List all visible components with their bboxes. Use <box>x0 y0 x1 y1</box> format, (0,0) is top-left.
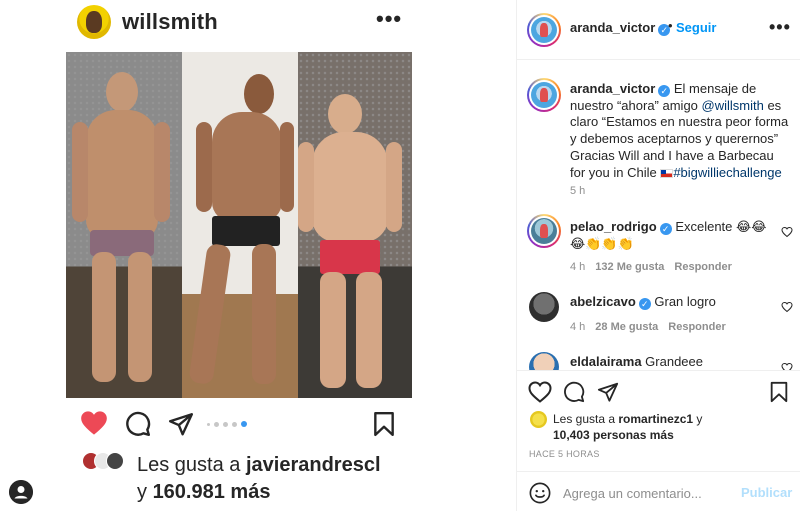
follow-button[interactable]: Seguir <box>676 20 716 35</box>
embedded-post-screenshot: willsmith ••• Les gusta a javierandrescl… <box>0 0 516 511</box>
caption-hashtag-link[interactable]: #bigwilliechallenge <box>673 165 781 180</box>
comment-username[interactable]: pelao_rodrigo <box>570 219 657 234</box>
verified-badge-icon: ✓ <box>659 223 672 235</box>
author-avatar[interactable] <box>527 13 561 47</box>
caption-mention-link[interactable]: @willsmith <box>702 98 764 113</box>
caption-time[interactable]: 5 h <box>570 185 585 197</box>
share-icon <box>168 413 194 436</box>
photo-panel-left <box>66 52 182 398</box>
post-caption: aranda_victor ✓ El mensaje de nuestro “ah… <box>570 81 792 181</box>
willsmith-avatar <box>77 5 111 39</box>
heart-filled-icon <box>81 411 107 435</box>
bookmark-icon <box>374 411 394 437</box>
comment-meta: 4 h 132 Me gusta Responder <box>570 261 732 273</box>
comment-likes[interactable]: 28 Me gusta <box>595 321 658 333</box>
likes-count: 160.981 más <box>152 481 271 503</box>
likes-prefix: Les gusta a <box>137 454 246 476</box>
comment-text: pelao_rodrigo ✓ Excelente 😂😂😂👏👏👏 <box>570 219 775 252</box>
chile-flag-icon <box>660 168 674 178</box>
comment-icon <box>126 411 151 437</box>
caption-avatar[interactable] <box>527 78 561 112</box>
comment-like-icon[interactable] <box>781 226 793 238</box>
likes-count-link[interactable]: 10,403 personas más <box>553 428 674 442</box>
post-photo <box>66 52 412 398</box>
reply-button[interactable]: Responder <box>668 321 725 333</box>
photo-panel-right <box>298 52 412 398</box>
author-username-text[interactable]: aranda_victor <box>570 20 655 35</box>
embedded-more-icon: ••• <box>376 6 403 31</box>
comment-likes[interactable]: 132 Me gusta <box>595 261 664 273</box>
comment-meta: 4 h 28 Me gusta Responder <box>570 321 726 333</box>
comment-time[interactable]: 4 h <box>570 321 585 333</box>
comment-time[interactable]: 4 h <box>570 261 585 273</box>
verified-badge-icon: ✓ <box>638 298 651 310</box>
likes-summary: Les gusta a romartinezc1 y 10,403 person… <box>553 411 733 443</box>
reply-button[interactable]: Responder <box>674 261 731 273</box>
comment-avatar[interactable] <box>527 214 561 248</box>
embedded-username: willsmith <box>122 9 218 34</box>
likes-prefix: Les gusta a <box>553 412 619 426</box>
emoji-icon[interactable] <box>529 482 551 504</box>
bookmark-icon[interactable] <box>769 381 789 403</box>
comment-icon[interactable] <box>563 381 585 403</box>
liker-avatar[interactable] <box>530 411 547 428</box>
likes-and: y <box>693 412 703 426</box>
carousel-dots <box>207 420 247 428</box>
likes-user-link[interactable]: romartinezc1 <box>618 412 693 426</box>
post-timestamp[interactable]: HACE 5 HORAS <box>529 449 600 459</box>
comment-text: abelzicavo ✓ Gran logro <box>570 294 775 311</box>
more-options-icon[interactable]: ••• <box>769 17 791 38</box>
post-actions-section: Les gusta a romartinezc1 y 10,403 person… <box>517 370 800 511</box>
likes-and: y <box>137 481 153 503</box>
embedded-likes-line2: y 160.981 más <box>137 481 270 504</box>
comment-input[interactable] <box>563 482 743 504</box>
liker-avatars <box>82 452 132 474</box>
comment-body: Gran logro <box>654 294 716 309</box>
caption-username[interactable]: aranda_victor <box>570 81 655 96</box>
author-username[interactable]: aranda_victor ✓ <box>570 20 671 36</box>
comment-avatar[interactable] <box>529 292 559 322</box>
comment-body: Grandeee <box>645 354 703 369</box>
publish-button[interactable]: Publicar <box>741 485 792 500</box>
comment-text: eldalairama Grandeee <box>570 354 775 371</box>
embedded-likes-line1: Les gusta a javierandrescl <box>137 454 381 477</box>
likes-user: javierandrescl <box>245 454 381 476</box>
comments-panel: aranda_victor ✓ • Seguir ••• aranda_victo… <box>517 0 800 511</box>
comment-form: Publicar <box>517 471 800 511</box>
photo-panel-middle <box>182 52 298 398</box>
comment-like-icon[interactable] <box>781 301 793 313</box>
post-header: aranda_victor ✓ • Seguir ••• <box>517 0 800 60</box>
share-icon[interactable] <box>597 381 619 403</box>
like-icon[interactable] <box>528 381 552 403</box>
comment-username[interactable]: abelzicavo <box>570 294 636 309</box>
verified-badge-icon: ✓ <box>658 85 671 97</box>
profile-icon[interactable] <box>9 480 33 504</box>
header-separator: • <box>668 18 673 33</box>
comment-username[interactable]: eldalairama <box>570 354 642 369</box>
